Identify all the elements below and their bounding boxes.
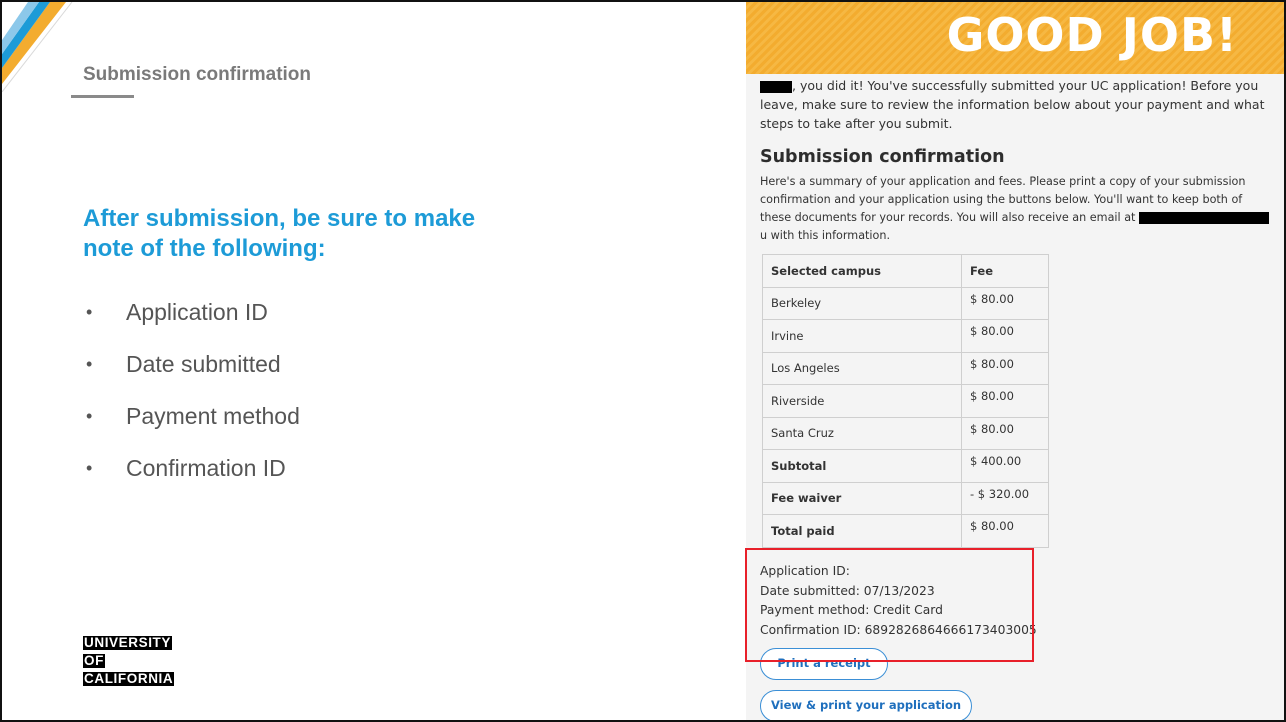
notes-list: • Application ID • Date submitted • Payment… bbox=[86, 286, 300, 494]
confirmation-screenshot: GOOD JOB! , you did it! You've successfu… bbox=[746, 2, 1284, 720]
subtotal-label: Subtotal bbox=[762, 449, 962, 483]
fee-cell: $ 80.00 bbox=[961, 351, 1049, 385]
bullet-icon: • bbox=[86, 405, 93, 426]
logo-line: OF bbox=[83, 653, 105, 668]
title-underline bbox=[71, 95, 134, 98]
table-row: Irvine $ 80.00 bbox=[762, 319, 1049, 353]
table-row: Santa Cruz $ 80.00 bbox=[762, 416, 1049, 450]
slide: Submission confirmation After submission… bbox=[0, 0, 1286, 722]
slide-title: Submission confirmation bbox=[83, 64, 312, 85]
list-item: • Application ID bbox=[86, 286, 300, 338]
logo-line: UNIVERSITY bbox=[83, 635, 173, 650]
fee-cell: $ 80.00 bbox=[961, 286, 1049, 320]
campus-cell: Berkeley bbox=[762, 286, 962, 320]
intro-message: , you did it! You've successfully submit… bbox=[760, 78, 1265, 131]
list-item: • Confirmation ID bbox=[86, 442, 300, 494]
confirmation-id: Confirmation ID: 6892826864666173403005 bbox=[760, 622, 1037, 637]
bullet-icon: • bbox=[86, 353, 93, 374]
table-header-row: Selected campus Fee bbox=[762, 254, 1049, 288]
section-text: Here's a summary of your application and… bbox=[760, 173, 1275, 245]
list-item: • Payment method bbox=[86, 390, 300, 442]
fees-table: Selected campus Fee Berkeley $ 80.00 Irv… bbox=[762, 254, 1049, 548]
bullet-icon: • bbox=[86, 301, 93, 322]
list-item-label: Date submitted bbox=[126, 350, 281, 377]
section-title: Submission confirmation bbox=[760, 147, 1005, 167]
application-id: Application ID: bbox=[760, 564, 850, 578]
payment-method: Payment method: Credit Card bbox=[760, 603, 943, 617]
table-row: Riverside $ 80.00 bbox=[762, 384, 1049, 418]
list-item-label: Confirmation ID bbox=[126, 454, 286, 481]
table-row: Berkeley $ 80.00 bbox=[762, 286, 1049, 320]
table-row: Subtotal $ 400.00 bbox=[762, 449, 1049, 483]
fee-cell: $ 80.00 bbox=[961, 416, 1049, 450]
column-header-campus: Selected campus bbox=[762, 254, 962, 288]
table-row: Los Angeles $ 80.00 bbox=[762, 351, 1049, 385]
bullet-icon: • bbox=[86, 457, 93, 478]
university-of-california-logo: UNIVERSITY OF CALIFORNIA bbox=[83, 634, 175, 688]
view-print-application-button[interactable]: View & print your application bbox=[760, 690, 972, 720]
campus-cell: Irvine bbox=[762, 319, 962, 353]
list-item-label: Payment method bbox=[126, 402, 300, 429]
table-row: Total paid $ 80.00 bbox=[762, 514, 1049, 548]
intro-text: , you did it! You've successfully submit… bbox=[760, 76, 1275, 133]
list-item: • Date submitted bbox=[86, 338, 300, 390]
fee-cell: $ 80.00 bbox=[961, 319, 1049, 353]
table-row: Fee waiver - $ 320.00 bbox=[762, 481, 1049, 515]
good-job-banner: GOOD JOB! bbox=[746, 2, 1284, 74]
campus-cell: Los Angeles bbox=[762, 351, 962, 385]
instruction-heading: After submission, be sure to make note o… bbox=[83, 205, 476, 262]
fee-cell: $ 80.00 bbox=[961, 384, 1049, 418]
submission-details: Application ID: Date submitted: 07/13/20… bbox=[760, 562, 1037, 640]
banner-text: GOOD JOB! bbox=[946, 8, 1238, 62]
campus-cell: Riverside bbox=[762, 384, 962, 418]
logo-line: CALIFORNIA bbox=[83, 671, 175, 686]
print-receipt-button[interactable]: Print a receipt bbox=[760, 648, 888, 680]
column-header-fee: Fee bbox=[961, 254, 1049, 288]
total-paid-label: Total paid bbox=[762, 514, 962, 548]
fee-waiver-label: Fee waiver bbox=[762, 481, 962, 515]
date-submitted: Date submitted: 07/13/2023 bbox=[760, 583, 935, 598]
subtotal-value: $ 400.00 bbox=[961, 449, 1049, 483]
redacted-email bbox=[1139, 212, 1269, 224]
fee-waiver-value: - $ 320.00 bbox=[961, 481, 1049, 515]
campus-cell: Santa Cruz bbox=[762, 416, 962, 450]
section-text-part: u with this information. bbox=[760, 229, 891, 242]
list-item-label: Application ID bbox=[126, 298, 268, 325]
total-paid-value: $ 80.00 bbox=[961, 514, 1049, 548]
redacted-name bbox=[760, 80, 792, 93]
